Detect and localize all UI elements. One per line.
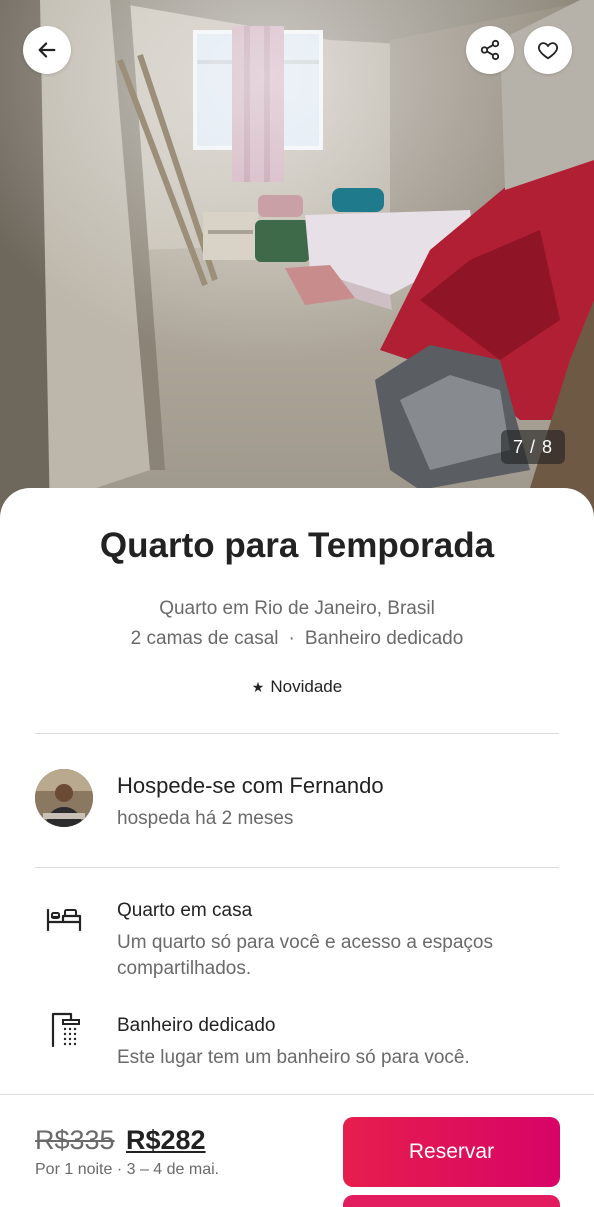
divider xyxy=(35,867,559,868)
feature-title: Quarto em casa xyxy=(117,900,253,921)
feature-title: Banheiro dedicado xyxy=(117,1015,276,1036)
button-edge xyxy=(343,1195,560,1207)
share-button[interactable] xyxy=(466,26,514,74)
listing-photo[interactable]: 7 / 8 xyxy=(0,0,594,520)
host-avatar-image xyxy=(35,769,93,827)
shower-icon xyxy=(51,1012,80,1048)
listing-title: Quarto para Temporada xyxy=(99,526,495,565)
share-icon xyxy=(480,39,500,61)
original-price: R$335 xyxy=(35,1125,115,1155)
discounted-price[interactable]: R$282 xyxy=(126,1125,206,1156)
heart-icon xyxy=(538,42,558,60)
bed-icon xyxy=(46,908,82,932)
host-tenure: hospeda há 2 meses xyxy=(117,808,294,829)
arrow-left-icon xyxy=(38,42,56,58)
divider xyxy=(35,733,559,734)
badge-label: Novidade xyxy=(270,677,343,696)
back-button[interactable] xyxy=(23,26,71,74)
listing-summary: 2 camas de casal · Banheiro dedicado xyxy=(0,628,594,650)
feature-description: Um quarto só para você e acesso a espaço… xyxy=(117,932,493,979)
feature-description: Este lugar tem um banheiro só para você. xyxy=(117,1047,470,1068)
booking-footer: R$335 R$282 Por 1 noite · 3 – 4 de mai. … xyxy=(0,1094,594,1207)
bath-info: Banheiro dedicado xyxy=(304,628,464,649)
favorite-button[interactable] xyxy=(524,26,572,74)
beds-info: 2 camas de casal xyxy=(130,628,279,649)
listing-location: Quarto em Rio de Janeiro, Brasil xyxy=(159,598,435,619)
host-avatar[interactable] xyxy=(35,769,93,827)
star-icon: ★ xyxy=(251,679,265,695)
reserve-button[interactable]: Reservar xyxy=(343,1117,560,1187)
photo-counter: 7 / 8 xyxy=(501,430,565,464)
host-title: Hospede-se com Fernando xyxy=(117,773,384,798)
summary-separator: · xyxy=(288,628,295,649)
new-listing-badge: ★ Novidade xyxy=(0,677,594,697)
price-details: Por 1 noite · 3 – 4 de mai. xyxy=(35,1161,220,1178)
